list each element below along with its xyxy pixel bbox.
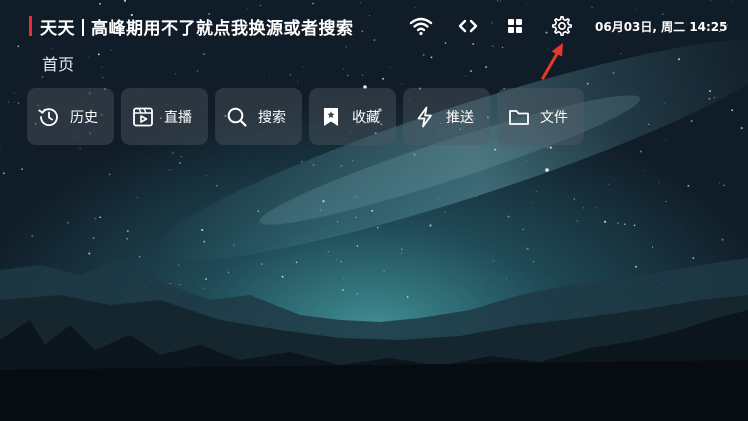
menu-item-history[interactable]: 历史 (27, 88, 114, 145)
night-sky-background (0, 0, 748, 421)
wifi-icon[interactable] (408, 13, 434, 39)
menu-item-live[interactable]: 直播 (121, 88, 208, 145)
app-name: 天天 (40, 19, 75, 39)
title-separator (82, 19, 84, 36)
bolt-icon (414, 106, 436, 128)
pointer-arrow (541, 43, 563, 80)
grid-icon[interactable] (502, 13, 528, 39)
menu-item-files[interactable]: 文件 (497, 88, 584, 145)
menu-item-search[interactable]: 搜索 (215, 88, 302, 145)
menu-item-label: 文件 (540, 109, 568, 126)
folder-icon (508, 106, 530, 128)
menu-item-label: 历史 (70, 109, 98, 126)
history-icon (38, 106, 60, 128)
quick-menu: 历史 直播 搜索 收藏 推送 文件 (27, 88, 584, 145)
gear-icon[interactable] (549, 13, 575, 39)
page-title: 首页 (42, 55, 75, 74)
app-title[interactable]: 天天 高峰期用不了就点我换源或者搜索 (40, 14, 354, 39)
menu-item-label: 搜索 (258, 109, 286, 126)
top-bar: 天天 高峰期用不了就点我换源或者搜索 06月03日, 周二 14:25 (0, 0, 748, 52)
search-icon (226, 106, 248, 128)
menu-item-label: 推送 (446, 109, 474, 126)
live-icon (132, 106, 154, 128)
menu-item-push[interactable]: 推送 (403, 88, 490, 145)
code-icon[interactable] (455, 13, 481, 39)
title-accent-bar (29, 16, 32, 36)
source-notice: 高峰期用不了就点我换源或者搜索 (91, 19, 354, 39)
bookmark-icon (320, 106, 342, 128)
menu-item-favorites[interactable]: 收藏 (309, 88, 396, 145)
menu-item-label: 收藏 (352, 109, 380, 126)
menu-item-label: 直播 (164, 109, 192, 126)
datetime: 06月03日, 周二 14:25 (595, 20, 728, 34)
